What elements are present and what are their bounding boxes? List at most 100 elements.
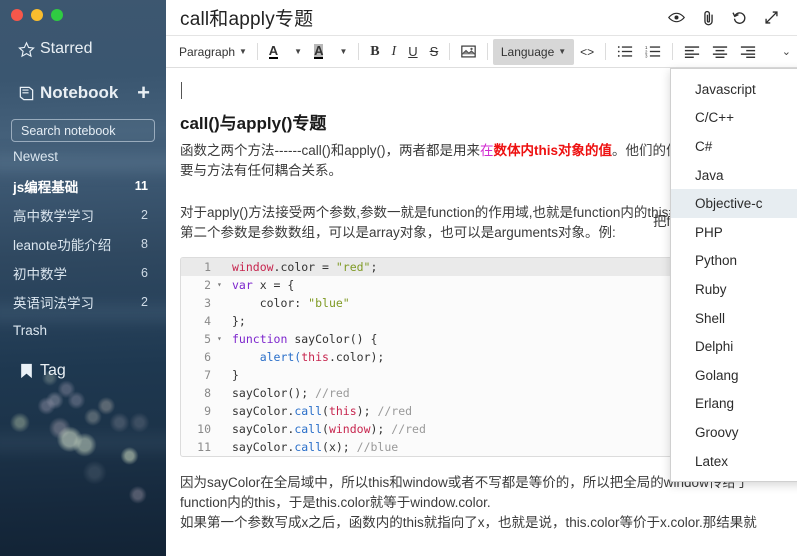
list-item[interactable]: 高中数学学习 2 — [0, 200, 166, 229]
language-dropdown-menu[interactable]: JavascriptC/C++C#JavaObjective-cPHPPytho… — [670, 68, 797, 482]
language-menu-item[interactable]: PHP — [671, 218, 797, 247]
toolbar-divider — [358, 43, 359, 60]
code-token: call — [294, 422, 322, 436]
sidebar-item-notebook[interactable]: Notebook + — [0, 76, 166, 110]
code-line-content: window.color = "red"; — [227, 258, 377, 276]
maximize-window-button[interactable] — [51, 9, 63, 21]
language-menu-item[interactable]: Latex — [671, 447, 797, 476]
sidebar-item-label: Tag — [40, 362, 66, 380]
notebook-count: 11 — [135, 179, 148, 193]
toolbar-divider — [605, 43, 606, 60]
language-menu-item[interactable]: Shell — [671, 304, 797, 333]
code-token: ; — [370, 260, 377, 274]
toolbar-more-button[interactable]: ⌄ — [772, 40, 797, 64]
numbered-list-icon[interactable]: 1 2 3 — [639, 40, 667, 64]
code-line[interactable]: 6 alert(this.color); — [181, 348, 745, 366]
eye-icon[interactable] — [668, 11, 685, 24]
code-line-content: alert(this.color); — [227, 348, 384, 366]
align-left-icon[interactable] — [678, 40, 706, 64]
code-line[interactable]: 1window.color = "red"; — [181, 258, 745, 276]
language-menu-item[interactable]: Erlang — [671, 390, 797, 419]
align-right-icon[interactable] — [734, 40, 762, 64]
code-line-number: 5 — [181, 330, 217, 348]
underline-button[interactable]: U — [402, 40, 423, 64]
language-menu-item[interactable]: Delphi — [671, 332, 797, 361]
highlight-color-button[interactable]: A — [308, 40, 329, 64]
notebook-name: leanote功能介绍 — [13, 234, 141, 254]
code-line-content: sayColor.call(this); //red — [227, 402, 412, 420]
minimize-window-button[interactable] — [31, 9, 43, 21]
paperclip-icon[interactable] — [702, 10, 715, 26]
list-item[interactable]: 英语词法学习 2 — [0, 287, 166, 316]
font-color-button[interactable]: A — [263, 40, 284, 64]
paragraph-style-dropdown[interactable]: Paragraph ▼ — [174, 40, 252, 64]
notebook-name: 英语词法学习 — [13, 292, 141, 312]
language-menu-item[interactable]: C# — [671, 132, 797, 161]
code-fold-toggle — [217, 348, 227, 366]
sidebar-item-tag[interactable]: Tag — [0, 354, 166, 388]
code-line[interactable]: 3 color: "blue" — [181, 294, 745, 312]
language-menu-item[interactable]: Groovy — [671, 418, 797, 447]
add-notebook-button[interactable]: + — [137, 82, 166, 104]
image-icon[interactable] — [455, 40, 482, 64]
code-line[interactable]: 2▾var x = { — [181, 276, 745, 294]
code-line[interactable]: 4}; — [181, 312, 745, 330]
star-icon — [12, 41, 40, 58]
code-block[interactable]: 1window.color = "red";2▾var x = {3 color… — [180, 257, 746, 457]
code-line[interactable]: 8sayColor(); //red — [181, 384, 745, 402]
code-button[interactable]: <> — [574, 40, 600, 64]
list-item[interactable]: leanote功能介绍 8 — [0, 229, 166, 258]
code-line[interactable]: 5▾function sayColor() { — [181, 330, 745, 348]
sidebar-item-starred[interactable]: Starred — [0, 32, 166, 66]
code-fold-toggle — [217, 420, 227, 438]
code-token: sayColor() { — [287, 332, 377, 346]
search-notebook-input[interactable]: Search notebook — [11, 119, 155, 142]
toolbar-divider — [449, 43, 450, 60]
italic-button[interactable]: I — [386, 40, 403, 64]
svg-text:3: 3 — [645, 54, 648, 58]
list-item[interactable]: Newest — [0, 142, 166, 171]
code-line-content: var x = { — [227, 276, 294, 294]
notebook-icon — [12, 86, 40, 101]
search-placeholder: Search notebook — [21, 124, 116, 138]
code-fold-toggle[interactable]: ▾ — [217, 276, 227, 294]
page-title[interactable]: call和apply专题 — [180, 4, 668, 31]
bullet-list-icon[interactable] — [611, 40, 639, 64]
font-color-dropdown[interactable]: ▼ — [284, 40, 308, 64]
code-fold-toggle[interactable]: ▾ — [217, 330, 227, 348]
code-line-content: color: "blue" — [227, 294, 350, 312]
list-item-trash[interactable]: Trash — [0, 316, 166, 345]
list-item[interactable]: js编程基础 11 — [0, 171, 166, 200]
language-menu-item[interactable]: Golang — [671, 361, 797, 390]
code-token: "red" — [336, 260, 371, 274]
language-menu-item[interactable]: Javascript — [671, 75, 797, 104]
highlight-color-dropdown[interactable]: ▼ — [329, 40, 353, 64]
code-token: (x); — [322, 440, 357, 454]
close-window-button[interactable] — [11, 9, 23, 21]
bold-button[interactable]: B — [364, 40, 385, 64]
history-icon[interactable] — [732, 10, 747, 25]
language-menu-item[interactable]: C/C++ — [671, 104, 797, 133]
code-token: var — [232, 278, 253, 292]
language-menu-item[interactable]: Ruby — [671, 275, 797, 304]
code-line[interactable]: 7} — [181, 366, 745, 384]
window-controls[interactable] — [0, 0, 166, 21]
code-token: //red — [315, 386, 350, 400]
code-fold-toggle — [217, 384, 227, 402]
sidebar-item-label: Starred — [40, 40, 92, 58]
align-center-icon[interactable] — [706, 40, 734, 64]
language-dropdown-button[interactable]: Language ▼ — [493, 39, 574, 65]
code-fold-toggle — [217, 402, 227, 420]
list-item[interactable]: 初中数学 6 — [0, 258, 166, 287]
language-menu-item[interactable]: Java — [671, 161, 797, 190]
language-menu-item[interactable]: Python — [671, 247, 797, 276]
code-line[interactable]: 10sayColor.call(window); //red — [181, 420, 745, 438]
code-token: ( — [322, 422, 329, 436]
strikethrough-button[interactable]: S — [424, 40, 445, 64]
language-menu-item[interactable]: Objective-c — [671, 189, 797, 218]
highlight-color-label: A — [314, 44, 323, 59]
code-line[interactable]: 11sayColor.call(x); //blue — [181, 438, 745, 456]
code-line[interactable]: 9sayColor.call(this); //red — [181, 402, 745, 420]
code-token: .color); — [329, 350, 384, 364]
fullscreen-icon[interactable] — [764, 10, 779, 25]
